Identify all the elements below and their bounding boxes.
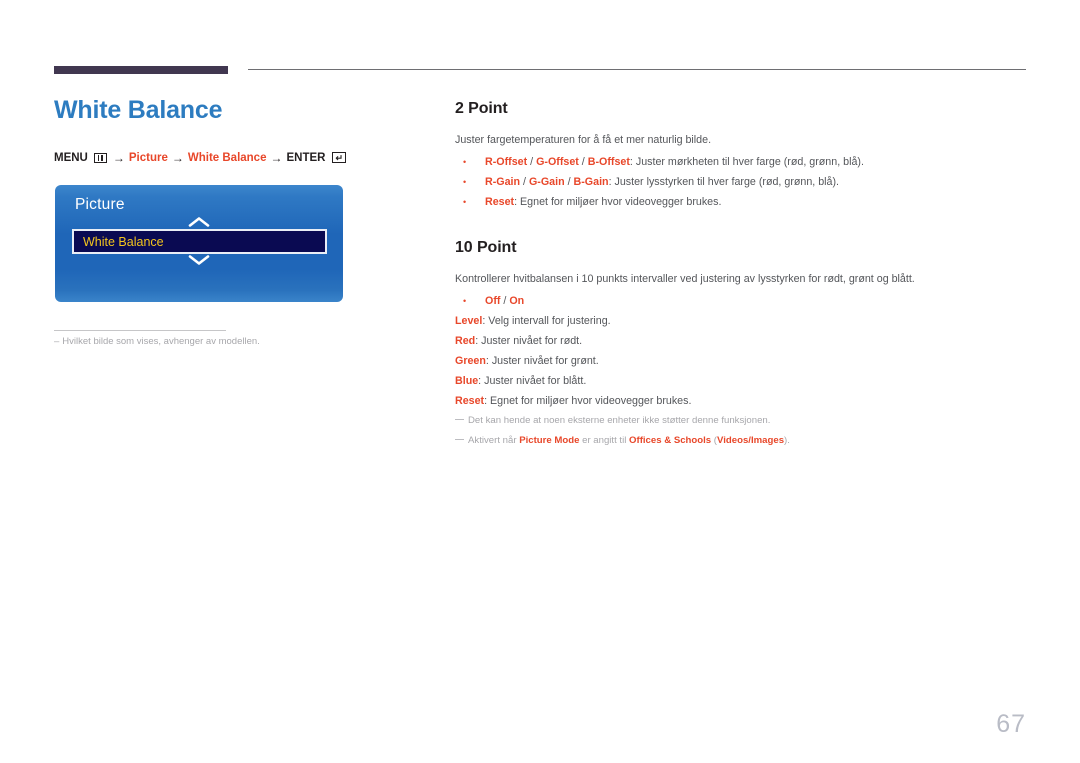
option-desc: : Velg intervall for justering. — [482, 315, 611, 327]
menu-path-breadcrumb: MENU → Picture → White Balance → ENTER ↵ — [54, 151, 424, 165]
key-term: Videos/Images — [717, 435, 785, 446]
option-line-red: Red: Juster nivået for rødt. — [455, 331, 1030, 351]
key-term: R-Offset — [485, 156, 528, 168]
left-column: White Balance MENU → Picture → White Bal… — [54, 96, 424, 165]
section-2-point-intro: Juster fargetemperaturen for å få et mer… — [455, 134, 712, 146]
page-number: 67 — [996, 710, 1026, 738]
option-desc: : Egnet for miljøer hvor videovegger bru… — [484, 395, 692, 407]
section-title-2-point: 2 Point — [455, 100, 508, 117]
list-item: Reset: Egnet for miljøer hvor videovegge… — [455, 192, 1030, 212]
note-text: er angitt til — [579, 435, 630, 446]
section-2-point-bullets: R-Offset / G-Offset / B-Offset: Juster m… — [455, 152, 1030, 212]
key-term: B-Offset — [587, 156, 630, 168]
option-line-reset: Reset: Egnet for miljøer hvor videovegge… — [455, 391, 1030, 411]
note-external-devices: Det kan hende at noen eksterne enheter i… — [455, 411, 1030, 431]
osd-selected-item[interactable]: White Balance — [72, 229, 327, 254]
osd-selected-item-label: White Balance — [83, 235, 164, 249]
right-column: 2 Point Juster fargetemperaturen for å f… — [455, 100, 1030, 451]
list-item: R-Offset / G-Offset / B-Offset: Juster m… — [455, 152, 1030, 172]
section-title-10-point: 10 Point — [455, 239, 517, 256]
list-item: Off / On — [455, 291, 1030, 311]
list-item: R-Gain / G-Gain / B-Gain: Juster lysstyr… — [455, 172, 1030, 192]
key-term: G-Offset — [536, 156, 579, 168]
key-term: On — [509, 295, 525, 307]
option-line-level: Level: Velg intervall for justering. — [455, 311, 1030, 331]
list-item-desc: : Egnet for miljøer hvor videovegger bru… — [514, 196, 722, 208]
path-arrow-3: → — [270, 150, 283, 165]
key-term: R-Gain — [485, 176, 521, 188]
key-term: Off — [485, 295, 501, 307]
left-footnote-rule — [54, 330, 226, 331]
header-accent-bar — [54, 66, 228, 74]
key-term: Reset — [485, 196, 515, 208]
footnote-dash: – — [54, 336, 60, 347]
path-step-white-balance: White Balance — [187, 151, 267, 164]
option-line-blue: Blue: Juster nivået for blått. — [455, 371, 1030, 391]
key-term: Picture Mode — [519, 435, 580, 446]
key-term: Green — [455, 355, 486, 367]
key-term: Offices & Schools — [629, 435, 712, 446]
section-10-point-bullets: Off / On — [455, 291, 1030, 311]
header-rule — [248, 69, 1026, 70]
list-item-desc: : Juster mørkheten til hver farge (rød, … — [629, 156, 864, 168]
key-term: G-Gain — [528, 176, 565, 188]
note-text: Det kan hende at noen eksterne enheter i… — [468, 415, 771, 426]
key-term: Reset — [455, 395, 485, 407]
key-term: Red — [455, 335, 476, 347]
key-term: Level — [455, 315, 483, 327]
osd-menu-title: Picture — [75, 196, 125, 213]
enter-label: ENTER — [286, 151, 326, 164]
path-arrow-2: → — [171, 150, 184, 165]
option-line-green: Green: Juster nivået for grønt. — [455, 351, 1030, 371]
note-text: ). — [784, 435, 790, 446]
page-title: White Balance — [54, 96, 223, 124]
note-text: Aktivert når — [468, 435, 520, 446]
note-picture-mode: Aktivert når Picture Mode er angitt til … — [455, 431, 1030, 451]
note-dash-icon — [455, 419, 464, 420]
option-desc: : Juster nivået for grønt. — [485, 355, 599, 367]
left-footnote-text: Hvilket bilde som vises, avhenger av mod… — [62, 336, 260, 347]
key-term: Blue — [455, 375, 479, 387]
menu-label: MENU — [54, 151, 88, 164]
enter-key-icon: ↵ — [332, 152, 347, 164]
path-step-picture: Picture — [128, 151, 168, 164]
menu-bars-icon — [93, 152, 107, 163]
key-term: B-Gain — [573, 176, 609, 188]
option-desc: : Juster nivået for blått. — [478, 375, 587, 387]
osd-menu-mockup: Picture White Balance — [55, 185, 343, 302]
chevron-down-icon — [55, 253, 343, 271]
option-desc: : Juster nivået for rødt. — [475, 335, 583, 347]
section-10-point-intro: Kontrollerer hvitbalansen i 10 punkts in… — [455, 273, 915, 285]
list-item-desc: : Juster lysstyrken til hver farge (rød,… — [608, 176, 840, 188]
left-footnote: – Hvilket bilde som vises, avhenger av mo… — [54, 336, 384, 347]
note-dash-icon — [455, 439, 464, 440]
path-arrow-1: → — [112, 150, 125, 165]
